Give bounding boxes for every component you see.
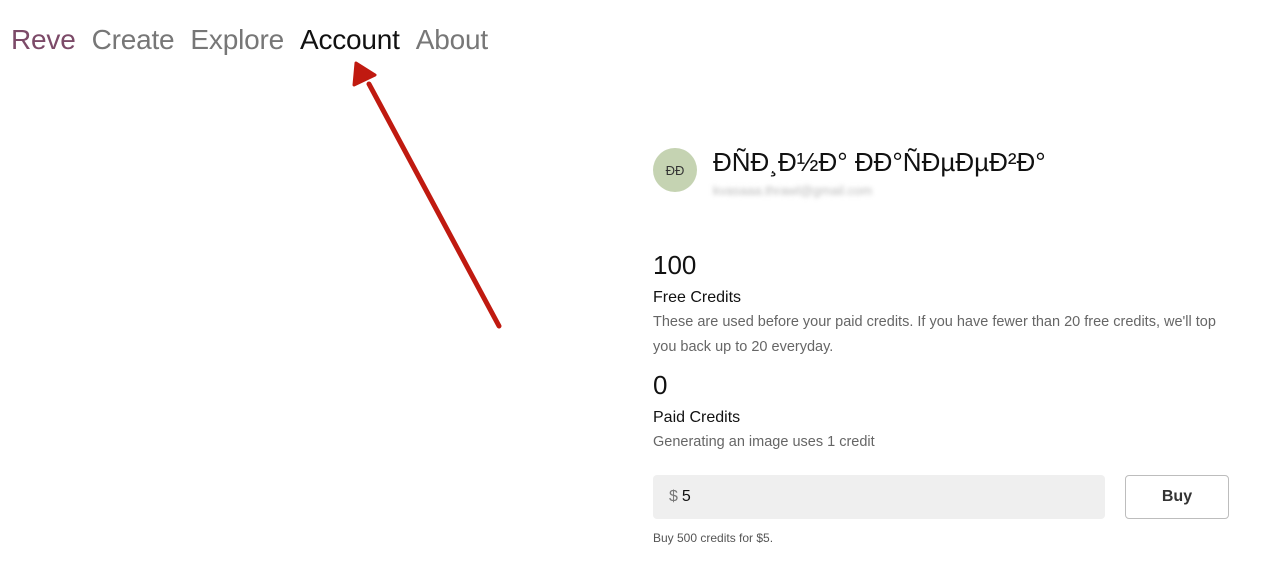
user-name: ÐÑÐ¸Ð½Ð° ÐÐ°ÑÐµÐµÐ²Ð° xyxy=(713,147,1046,177)
account-panel: ÐÐ ÐÑÐ¸Ð½Ð° ÐÐ°ÑÐµÐµÐ²Ð° kvasaaa.thrawl@… xyxy=(653,140,1233,545)
purchase-note: Buy 500 credits for $5. xyxy=(653,531,774,545)
nav-explore-link[interactable]: Explore xyxy=(190,24,284,56)
profile-header: ÐÐ ÐÑÐ¸Ð½Ð° ÐÐ°ÑÐµÐµÐ²Ð° kvasaaa.thrawl@… xyxy=(653,140,1233,198)
top-nav: Reve Create Explore Account About xyxy=(11,24,488,56)
amount-field: $ xyxy=(653,475,1105,519)
nav-account-link[interactable]: Account xyxy=(300,24,400,56)
profile-text: ÐÑÐ¸Ð½Ð° ÐÐ°ÑÐµÐµÐ²Ð° kvasaaa.thrawl@gma… xyxy=(713,140,1046,198)
free-credits-section: 100 Free Credits These are used before y… xyxy=(653,250,1233,360)
nav-create-link[interactable]: Create xyxy=(92,24,175,56)
brand-logo-link[interactable]: Reve xyxy=(11,24,76,56)
free-credits-count: 100 xyxy=(653,250,697,280)
currency-symbol: $ xyxy=(669,488,678,505)
paid-credits-title: Paid Credits xyxy=(653,409,741,426)
paid-credits-count: 0 xyxy=(653,370,668,400)
free-credits-description: These are used before your paid credits.… xyxy=(653,314,1216,355)
avatar: ÐÐ xyxy=(653,148,697,192)
user-email: kvasaaa.thrawl@gmail.com xyxy=(713,183,873,198)
buy-button[interactable]: Buy xyxy=(1125,475,1229,519)
purchase-row: $ Buy xyxy=(653,475,1233,519)
free-credits-title: Free Credits xyxy=(653,289,742,306)
nav-about-link[interactable]: About xyxy=(416,24,488,56)
paid-credits-section: 0 Paid Credits Generating an image uses … xyxy=(653,370,1233,455)
amount-input[interactable] xyxy=(681,488,1082,506)
paid-credits-description: Generating an image uses 1 credit xyxy=(653,434,875,450)
